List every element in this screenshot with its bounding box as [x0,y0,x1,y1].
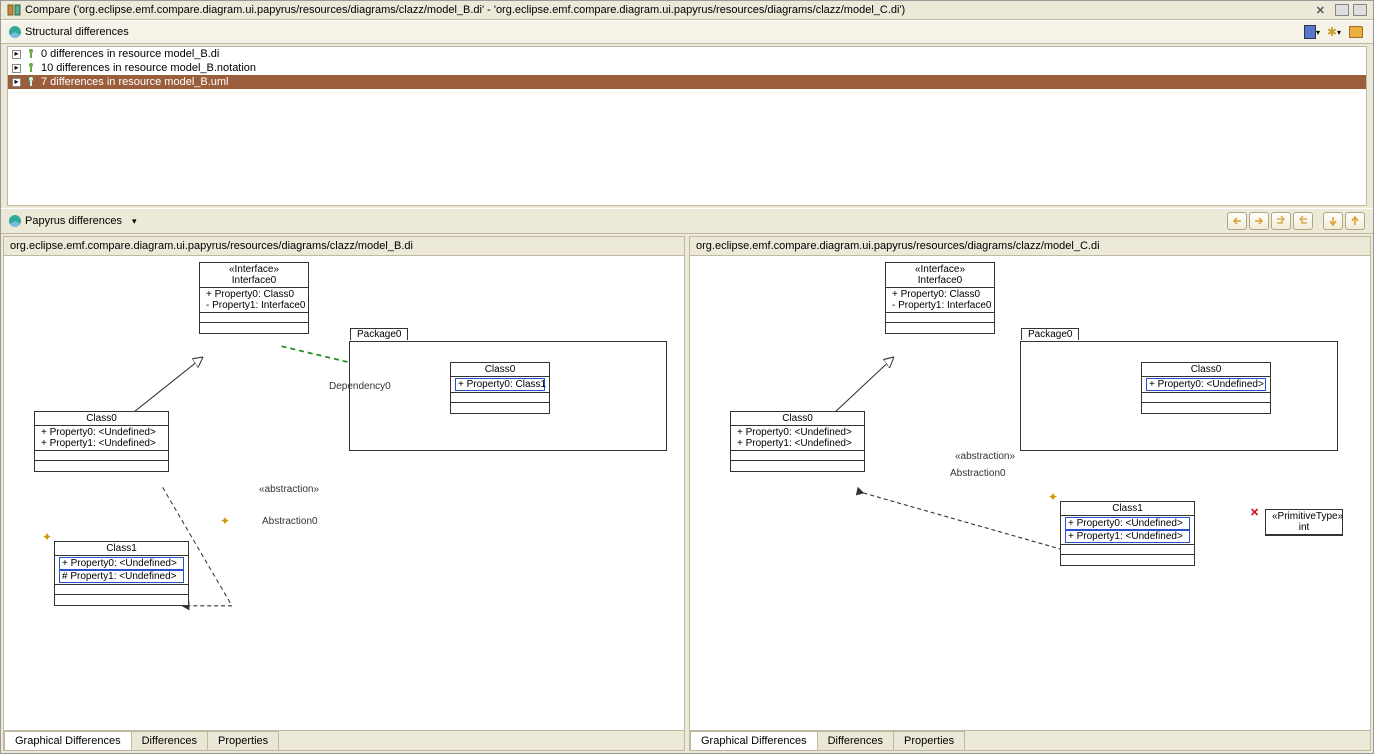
class-name: Class1 [55,542,188,556]
stereotype-label: «Interface» [229,264,279,275]
editor-title: Compare ('org.eclipse.emf.compare.diagra… [25,4,1310,16]
class-name: Interface0 [232,275,276,286]
open-folder-button[interactable] [1347,24,1365,40]
papyrus-header: Papyrus differences ▾ [1,208,1373,234]
structural-header: Structural differences ▾ ✱▾ [1,20,1373,44]
class-name: Class0 [35,412,168,426]
uml-class[interactable]: Class1 + Property0: <Undefined># Propert… [54,541,189,606]
papyrus-icon [9,26,21,38]
right-diagram-pane: org.eclipse.emf.compare.diagram.ui.papyr… [689,236,1371,751]
next-diff-button[interactable] [1323,212,1343,230]
tree-label: 0 differences in resource model_B.di [41,48,219,60]
uml-class[interactable]: Class0 + Property0: <Undefined>+ Propert… [34,411,169,472]
copy-all-right-button[interactable] [1271,212,1291,230]
resource-icon [25,76,37,88]
uml-class[interactable]: Class1 + Property0: <Undefined>+ Propert… [1060,501,1195,566]
abstraction-stereo: «abstraction» [259,484,319,495]
close-editor-button[interactable]: ✕ [1316,4,1325,17]
property-highlighted[interactable]: + Property0: <Undefined> [1146,378,1266,391]
property-highlighted[interactable]: + Property0: <Undefined> [59,557,184,570]
resource-icon [25,62,37,74]
prev-diff-button[interactable] [1345,212,1365,230]
diff-marker-icon: ✦ [42,530,52,540]
diff-marker-icon: ✦ [220,514,230,524]
tree-row[interactable]: ▸ 10 differences in resource model_B.not… [8,61,1366,75]
left-diagram-pane: org.eclipse.emf.compare.diagram.ui.papyr… [3,236,685,751]
right-canvas[interactable]: «Interface»Interface0 + Property0: Class… [690,256,1370,730]
left-canvas[interactable]: «Interface»Interface0 + Property0: Class… [4,256,684,730]
copy-right-to-left-button[interactable] [1227,212,1247,230]
uml-package[interactable]: Package0 Class0 + Property0: <Undefined> [1020,341,1338,451]
tree-row-selected[interactable]: ▸ 7 differences in resource model_B.uml [8,75,1366,89]
expander-icon[interactable]: ▸ [12,78,21,87]
expander-icon[interactable]: ▸ [12,64,21,73]
diff-marker-icon: ✦ [1048,490,1058,500]
expander-icon[interactable]: ▸ [12,50,21,59]
tab-properties[interactable]: Properties [207,731,279,750]
editor-titlebar: Compare ('org.eclipse.emf.compare.diagra… [1,1,1373,20]
tree-row[interactable]: ▸ 0 differences in resource model_B.di [8,47,1366,61]
maximize-button[interactable] [1353,4,1367,16]
uml-class[interactable]: Class0 + Property0: <Undefined>+ Propert… [730,411,865,472]
uml-interface[interactable]: «Interface»Interface0 + Property0: Class… [885,262,995,334]
delete-marker-icon: ✕ [1250,506,1260,516]
class-name: Class0 [451,363,549,377]
copy-all-left-button[interactable] [1293,212,1313,230]
uml-class-in-package[interactable]: Class0 + Property0: <Undefined> [1141,362,1271,414]
property-highlighted[interactable]: + Property1: <Undefined> [1065,530,1190,543]
uml-interface[interactable]: «Interface»Interface0 + Property0: Class… [199,262,309,334]
package-name: Package0 [350,328,408,340]
tree-label: 7 differences in resource model_B.uml [41,76,229,88]
minimize-button[interactable] [1335,4,1349,16]
left-tabs: Graphical Differences Differences Proper… [4,730,684,750]
property-highlighted[interactable]: + Property0: <Undefined> [1065,517,1190,530]
left-resource-path: org.eclipse.emf.compare.diagram.ui.papyr… [4,237,684,256]
abstraction-label: Abstraction0 [262,516,318,527]
save-dropdown-button[interactable]: ▾ [1303,24,1321,40]
dropdown-icon[interactable]: ▾ [132,216,137,227]
property-highlighted[interactable]: + Property0: Class1 [455,378,545,391]
tab-differences[interactable]: Differences [131,731,208,750]
tab-differences[interactable]: Differences [817,731,894,750]
right-tabs: Graphical Differences Differences Proper… [690,730,1370,750]
uml-package[interactable]: Package0 Class0 + Property0: Class1 [349,341,667,451]
papyrus-title: Papyrus differences [25,215,122,227]
uml-primitive-type[interactable]: «PrimitiveType»int [1265,509,1343,536]
settings-button[interactable]: ✱▾ [1325,24,1343,40]
copy-left-to-right-button[interactable] [1249,212,1269,230]
tab-graphical[interactable]: Graphical Differences [690,731,818,750]
dependency-label: Dependency0 [329,381,391,392]
tab-graphical[interactable]: Graphical Differences [4,731,132,750]
differences-tree[interactable]: ▸ 0 differences in resource model_B.di ▸… [7,46,1367,206]
uml-class-in-package[interactable]: Class0 + Property0: Class1 [450,362,550,414]
right-resource-path: org.eclipse.emf.compare.diagram.ui.papyr… [690,237,1370,256]
papyrus-icon [9,215,21,227]
tab-properties[interactable]: Properties [893,731,965,750]
resource-icon [25,48,37,60]
property-highlighted[interactable]: # Property1: <Undefined> [59,570,184,583]
structural-title: Structural differences [25,26,129,38]
compare-icon [7,3,21,17]
tree-label: 10 differences in resource model_B.notat… [41,62,256,74]
